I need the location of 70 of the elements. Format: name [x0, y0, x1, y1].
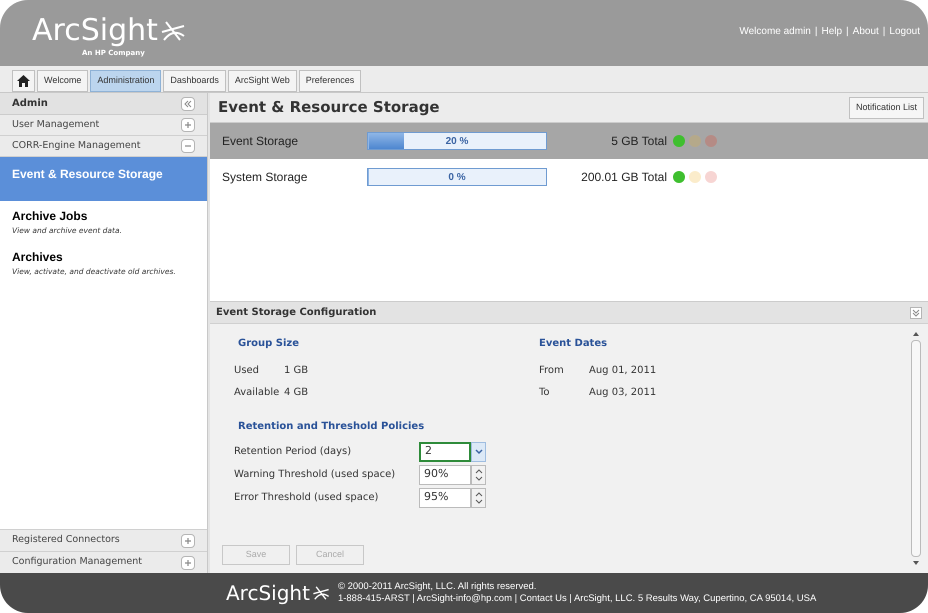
section-heading: Event Dates — [539, 337, 608, 351]
plus-icon — [184, 536, 192, 544]
field-label: Retention Period (days) — [234, 445, 352, 459]
collapse-sidebar-button[interactable] — [181, 96, 195, 110]
accordion-header[interactable]: Configuration Management — [0, 551, 207, 573]
spinner-button[interactable] — [471, 488, 486, 508]
contact-text: 1-888-415-ARST | ArcSight-info@hp.com | Contact Us | ArcSight, LLC. 5 Results Way, Cupertino, CA 95014, USA — [338, 593, 816, 605]
usage-percent: 0 % — [447, 170, 467, 184]
welcome-text: Welcome admin — [739, 25, 811, 39]
section-heading: Group Size — [237, 337, 300, 351]
accordion-header[interactable]: User Management — [0, 115, 207, 136]
sidebar-item-title: Archives — [12, 249, 64, 266]
field-label: Used — [234, 364, 260, 378]
field-value: 1 GB — [284, 364, 308, 378]
up-down-arrows-icon — [474, 490, 482, 504]
notification-list-button[interactable]: Notification List — [848, 96, 924, 118]
double-chevron-left-icon — [184, 100, 192, 108]
separator: | — [814, 25, 818, 39]
field-label: From — [539, 364, 565, 378]
nav-tab[interactable]: ArcSight Web — [228, 70, 297, 92]
collapse-panel-button[interactable] — [910, 306, 922, 318]
expand-button[interactable] — [181, 118, 195, 132]
double-chevron-down-icon — [912, 308, 920, 316]
nav-tab[interactable]: Preferences — [298, 70, 362, 92]
logo-text: ArcSight — [32, 16, 158, 46]
copyright-text: © 2000-2011 ArcSight, LLC. All rights reserved. — [338, 581, 538, 593]
config-title: Event Storage Configuration — [216, 306, 376, 320]
storage-total: 5 GB Total — [610, 133, 667, 150]
dropdown-button[interactable] — [471, 442, 486, 462]
logo-mark-icon — [312, 584, 330, 602]
usage-percent: 20 % — [444, 134, 470, 148]
expand-button[interactable] — [181, 556, 195, 570]
scroll-down-icon — [913, 561, 919, 565]
section-heading: Retention and Threshold Policies — [237, 420, 426, 434]
scroll-up-icon — [913, 332, 919, 336]
nav-tab[interactable]: Administration — [90, 70, 162, 92]
storage-name: Event Storage — [222, 133, 300, 150]
sidebar-title: Admin — [12, 97, 48, 111]
field-label: To — [539, 386, 551, 400]
separator: | — [882, 25, 886, 39]
field-value: Aug 03, 2011 — [589, 386, 656, 400]
accordion-header[interactable]: CORR-Engine Management — [0, 136, 207, 157]
separator: | — [846, 25, 849, 39]
spinner-button[interactable] — [471, 464, 486, 484]
expand-button[interactable] — [181, 534, 195, 548]
sidebar-item-title: Event & Resource Storage — [12, 166, 164, 183]
chevron-down-icon — [474, 448, 482, 454]
input-field[interactable]: 2 — [419, 442, 471, 462]
sidebar-item-title: Archive Jobs — [12, 208, 88, 225]
field-label: Error Threshold (used space) — [234, 491, 380, 505]
plus-icon — [184, 558, 192, 566]
nav-tab[interactable]: Dashboards — [163, 70, 226, 92]
up-down-arrows-icon — [474, 468, 482, 482]
home-tab[interactable] — [12, 70, 35, 92]
storage-name: System Storage — [222, 169, 308, 186]
storage-total: 200.01 GB Total — [580, 169, 667, 186]
home-icon — [17, 75, 30, 87]
field-label: Warning Threshold (used space) — [234, 468, 396, 482]
collapse-button[interactable] — [181, 139, 195, 153]
logo-text: ArcSight — [226, 583, 310, 603]
page-title: Event & Resource Storage — [218, 97, 440, 118]
field-label: Available — [234, 386, 280, 400]
input-field[interactable]: 95% — [419, 488, 471, 508]
nav-tab[interactable]: Welcome — [37, 70, 88, 92]
input-field[interactable]: 90% — [419, 464, 471, 484]
field-value: 4 GB — [284, 386, 308, 400]
accordion-header[interactable]: Registered Connectors — [0, 529, 207, 551]
field-value: Aug 01, 2011 — [589, 364, 656, 378]
plus-icon — [184, 121, 192, 129]
storage-row[interactable]: Event Storage 20 % 5 GB Total — [210, 123, 928, 159]
